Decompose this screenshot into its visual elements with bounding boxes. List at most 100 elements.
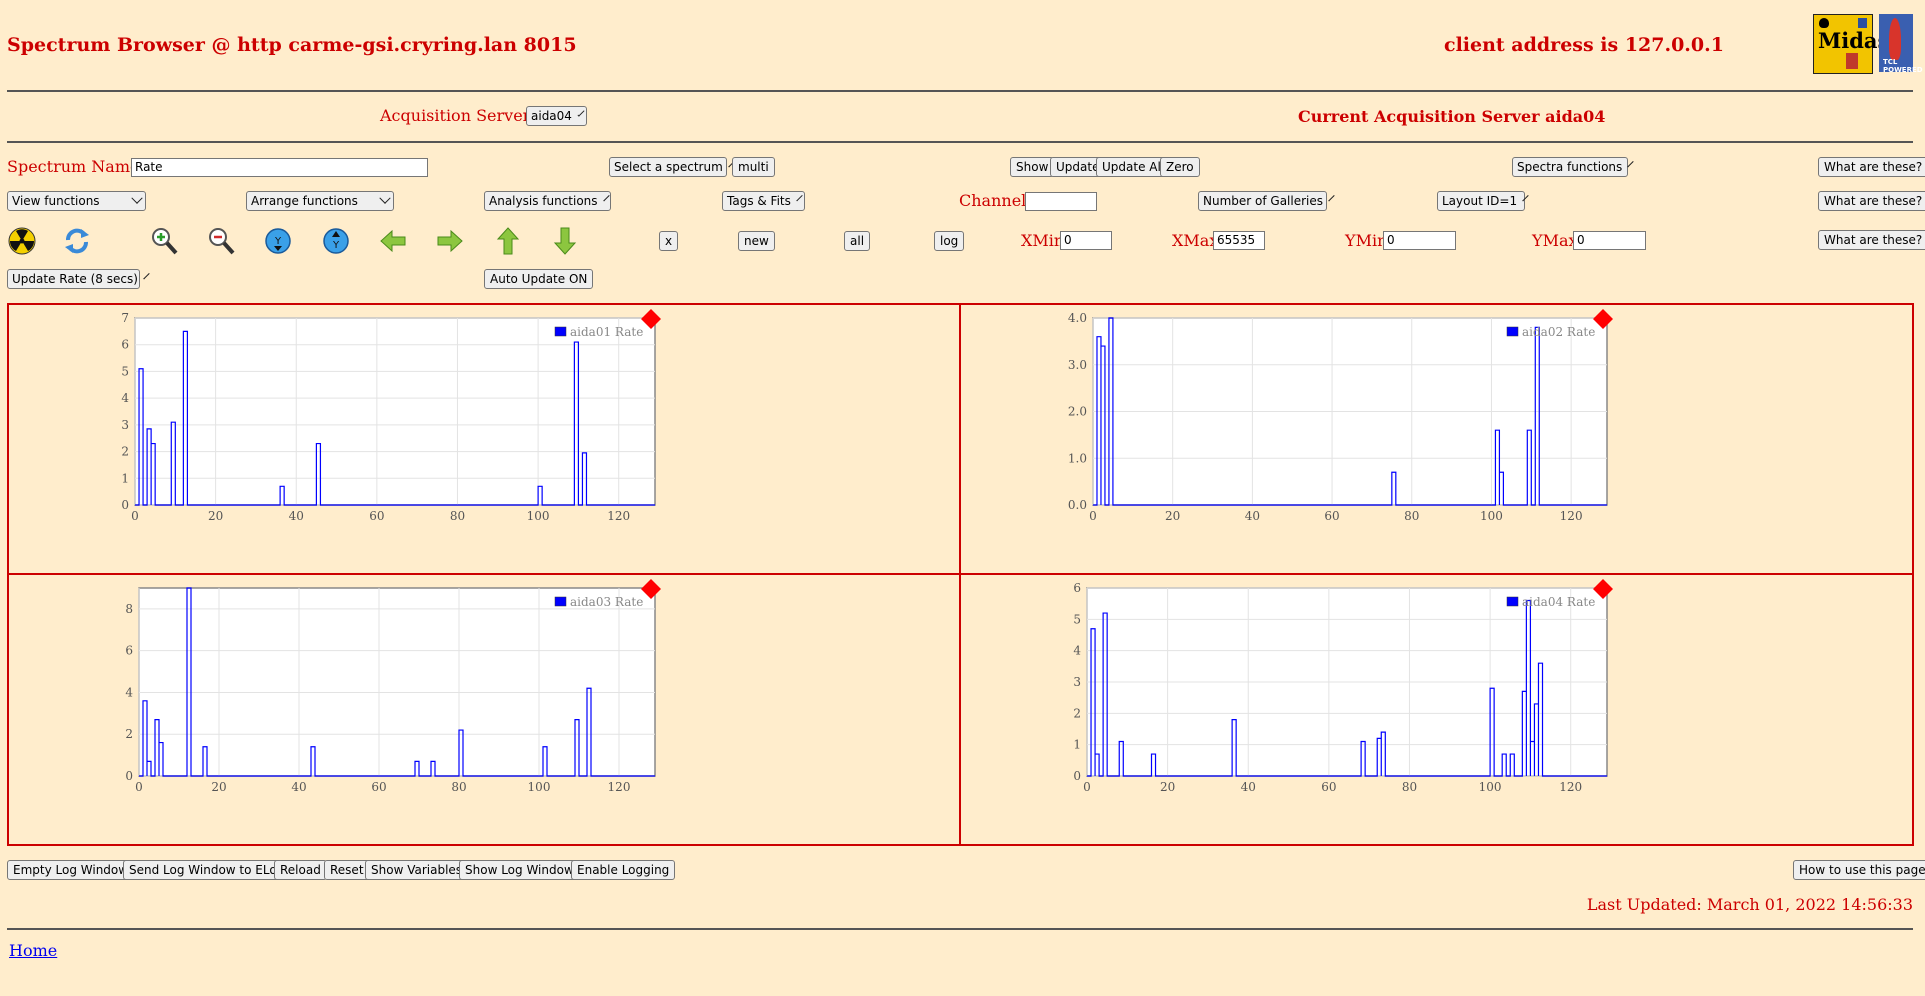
new-button[interactable]: new [738, 231, 775, 251]
spectrum-name-input[interactable]: Rate [131, 158, 428, 177]
show-button[interactable]: Show [1010, 157, 1055, 177]
tags-fits-dropdown[interactable]: Tags & Fits [722, 191, 805, 211]
arrow-up-icon[interactable] [493, 226, 523, 256]
reload-button[interactable]: Reload [274, 860, 327, 880]
spectrum-chart-2[interactable]: 0 20 40 60 80 100 120 0.0 1.0 2.0 3.0 4.0 aida02 Rat… [961, 305, 1912, 573]
radiation-icon[interactable] [7, 226, 37, 256]
spectrum-chart-4[interactable]: 0 20 40 60 80 100 120 0 1 2 3 4 5 6 aida04 Rate [961, 575, 1912, 844]
channel-input[interactable] [1025, 192, 1097, 211]
client-address: client address is 127.0.0.1 [1444, 34, 1724, 56]
acquisition-server-value: aida04 [531, 109, 572, 123]
y-up-icon[interactable]: Y [321, 226, 351, 256]
spectrum-name-label: Spectrum Name: [7, 157, 145, 176]
arrow-right-icon[interactable] [435, 226, 465, 256]
plot-area [138, 587, 656, 777]
auto-update-button[interactable]: Auto Update ON [484, 269, 594, 289]
show-log-window-button[interactable]: Show Log Window [459, 860, 580, 880]
empty-log-window-button[interactable]: Empty Log Window [7, 860, 135, 880]
ymin-label: YMin [1345, 231, 1388, 250]
y-tick-label: 2 [125, 727, 133, 741]
x-tick-label: 40 [1245, 509, 1260, 523]
spectrum-chart-3[interactable]: 0 20 40 60 80 100 120 0 2 4 6 8 aida03 Rate [9, 575, 959, 844]
arrange-functions-dropdown[interactable]: Arrange functions [246, 191, 394, 211]
legend-swatch [554, 596, 567, 607]
arrow-down-icon[interactable] [550, 226, 580, 256]
legend-label: aida01 Rate [570, 325, 643, 339]
shield-icon [1858, 18, 1867, 28]
reset-button[interactable]: Reset [324, 860, 370, 880]
galleries-dropdown[interactable]: Number of Galleries [1198, 191, 1335, 211]
divider [7, 141, 1913, 143]
crest-icon [1819, 18, 1829, 28]
x-tick-label: 0 [1089, 509, 1097, 523]
x-tick-label: 120 [607, 509, 630, 523]
y-tick-label: 2 [121, 445, 129, 459]
last-updated: Last Updated: March 01, 2022 14:56:33 [1586, 895, 1913, 914]
update-rate-dropdown[interactable]: Update Rate (8 secs) [7, 269, 150, 289]
multi-button[interactable]: multi [732, 157, 775, 177]
chevron-down-icon [131, 192, 143, 204]
xmax-input[interactable]: 65535 [1213, 231, 1265, 250]
what-are-these-button-2[interactable]: What are these? [1818, 191, 1925, 211]
y-tick-label: 0.0 [1068, 498, 1087, 512]
x-tick-label: 40 [291, 780, 306, 794]
refresh-icon[interactable] [62, 226, 92, 256]
y-tick-label: 4 [1073, 644, 1081, 658]
y-tick-label: 2.0 [1068, 405, 1087, 419]
y-tick-label: 4 [121, 391, 129, 405]
xmin-input[interactable]: 0 [1060, 231, 1112, 250]
what-are-these-button-3[interactable]: What are these? [1818, 230, 1925, 250]
chart-panel-4: 0 20 40 60 80 100 120 0 1 2 3 4 5 6 aida04 Rate [959, 573, 1914, 846]
x-tick-label: 80 [1402, 780, 1417, 794]
y-tick-label: 2 [1073, 706, 1081, 720]
view-functions-dropdown[interactable]: View functions [7, 191, 146, 211]
spectra-functions-value: Spectra functions [1517, 160, 1623, 174]
show-variables-button[interactable]: Show Variables [365, 860, 469, 880]
layout-dropdown[interactable]: Layout ID=1 [1437, 191, 1529, 211]
x-tick-label: 80 [1404, 509, 1419, 523]
arrange-functions-value: Arrange functions [251, 194, 358, 208]
x-tick-label: 120 [608, 780, 631, 794]
what-are-these-button-1[interactable]: What are these? [1818, 157, 1925, 177]
y-down-icon[interactable]: Y [263, 226, 293, 256]
ymax-input[interactable]: 0 [1573, 231, 1646, 250]
x-tick-label: 120 [1559, 780, 1582, 794]
chevron-down-icon [1328, 194, 1335, 202]
x-tick-label: 100 [527, 509, 550, 523]
logo-mark-icon [1846, 53, 1858, 69]
all-button[interactable]: all [844, 231, 871, 251]
x-tick-label: 20 [1160, 780, 1175, 794]
y-tick-label: 0 [1073, 769, 1081, 783]
zoom-out-icon[interactable] [206, 226, 236, 256]
xmin-label: XMin [1021, 231, 1065, 250]
home-link[interactable]: Home [9, 941, 57, 960]
layout-value: Layout ID=1 [1442, 194, 1518, 208]
legend-swatch [1506, 326, 1519, 337]
ymin-input[interactable]: 0 [1383, 231, 1456, 250]
ymax-label: YMax [1532, 231, 1578, 250]
x-tick-label: 60 [371, 780, 386, 794]
y-tick-label: 1 [1073, 738, 1081, 752]
log-button[interactable]: log [934, 231, 965, 251]
zoom-in-icon[interactable] [149, 226, 179, 256]
analysis-functions-dropdown[interactable]: Analysis functions [484, 191, 611, 211]
x-tick-label: 60 [1321, 780, 1336, 794]
x-tick-label: 100 [1480, 509, 1503, 523]
how-to-use-button[interactable]: How to use this page [1793, 860, 1925, 880]
acquisition-server-select[interactable]: aida04 [526, 106, 587, 126]
arrow-left-icon[interactable] [378, 226, 408, 256]
chevron-down-icon [796, 194, 803, 202]
select-spectrum-dropdown[interactable]: Select a spectrum [609, 157, 735, 177]
chevron-down-icon [379, 192, 391, 204]
y-tick-label: 1.0 [1068, 451, 1087, 465]
spectra-functions-dropdown[interactable]: Spectra functions [1512, 157, 1634, 177]
chart-panel-3: 0 20 40 60 80 100 120 0 2 4 6 8 aida03 Rate [7, 573, 961, 846]
send-log-to-elog-button[interactable]: Send Log Window to ELog [123, 860, 291, 880]
x-button[interactable]: x [659, 231, 679, 251]
x-tick-label: 20 [208, 509, 223, 523]
zero-button[interactable]: Zero [1160, 157, 1200, 177]
chevron-down-icon [577, 109, 585, 117]
spectrum-chart-1[interactable]: 0 20 40 60 80 100 120 0 1 2 3 4 5 6 7 aida01 Rate [9, 305, 959, 573]
chart-panel-1: 0 20 40 60 80 100 120 0 1 2 3 4 5 6 7 aida01 Rate [7, 303, 961, 575]
enable-logging-button[interactable]: Enable Logging [571, 860, 676, 880]
